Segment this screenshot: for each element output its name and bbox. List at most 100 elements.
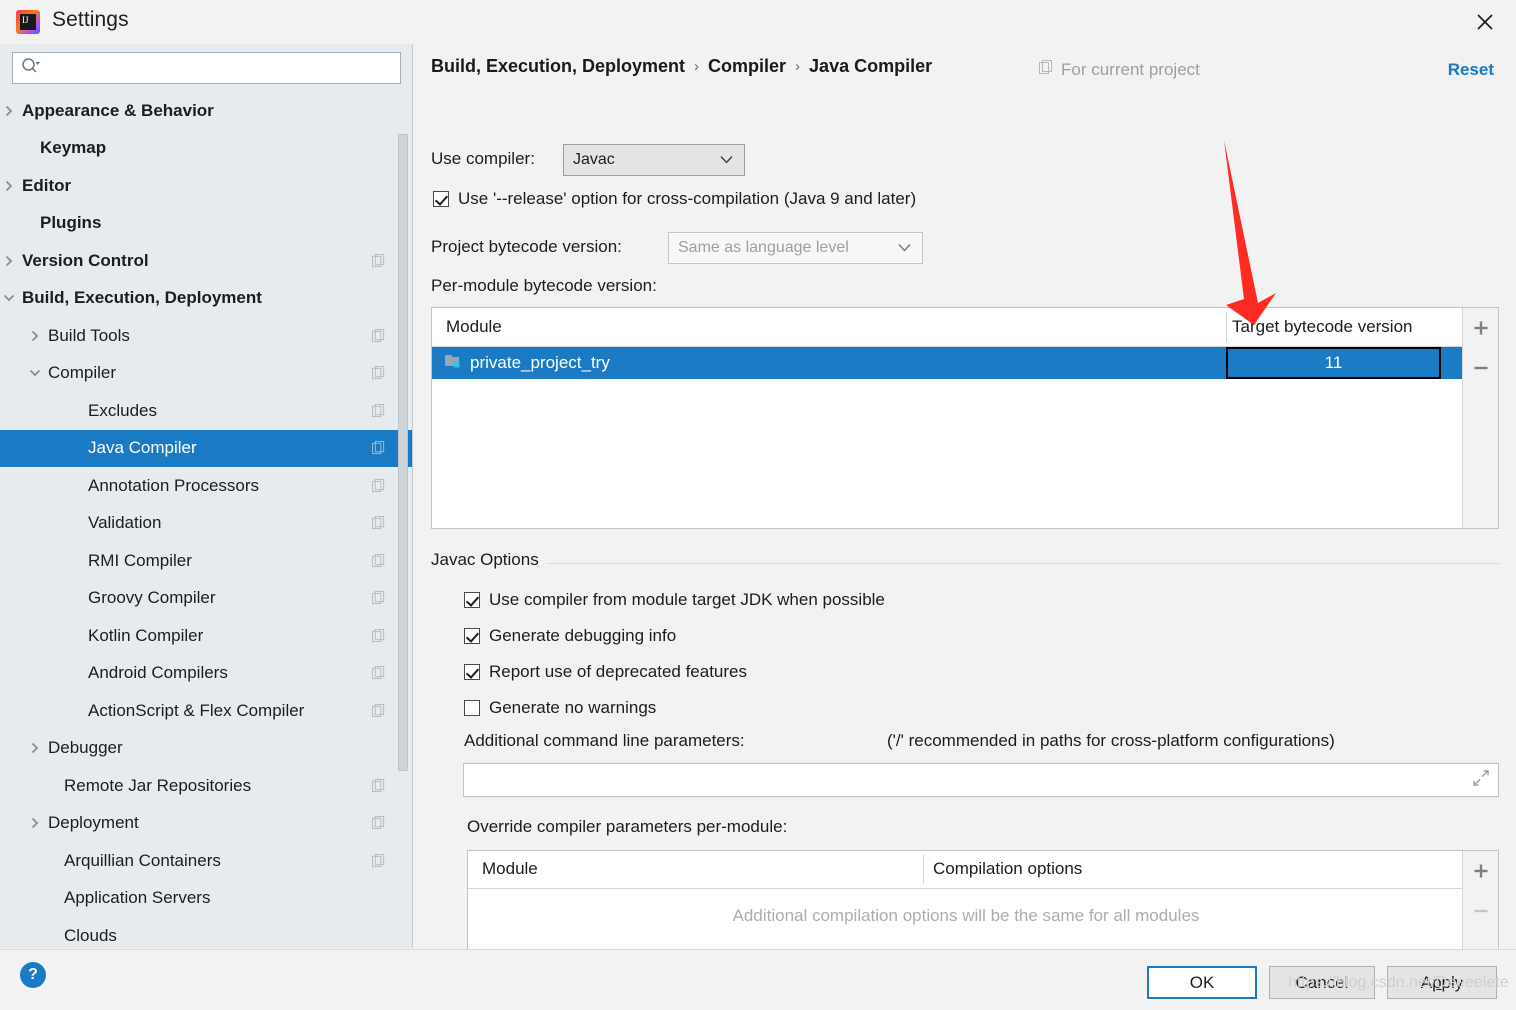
use-compiler-select[interactable]: Javac [563,144,745,176]
sidebar-item-compiler[interactable]: Compiler [0,355,412,393]
javac-option-checkbox[interactable] [464,628,480,644]
sidebar-item-kotlin-compiler[interactable]: Kotlin Compiler [0,617,412,655]
sidebar-item-label: Version Control [22,251,149,271]
additional-params-hint: ('/' recommended in paths for cross-plat… [887,731,1335,751]
sidebar-item-clouds[interactable]: Clouds [0,917,412,948]
sidebar-item-validation[interactable]: Validation [0,505,412,543]
override-table-header: Module Compilation options [468,851,1498,889]
project-bytecode-select[interactable]: Same as language level [668,232,923,264]
apply-label-suffix: ply [1442,973,1464,993]
sidebar-item-arquillian-containers[interactable]: Arquillian Containers [0,842,412,880]
sidebar-item-excludes[interactable]: Excludes [0,392,412,430]
sidebar-item-groovy-compiler[interactable]: Groovy Compiler [0,580,412,618]
javac-option-row[interactable]: Use compiler from module target JDK when… [464,590,885,610]
sidebar-item-keymap[interactable]: Keymap [0,130,412,168]
settings-sidebar: Appearance & Behavior Keymap Editor Plugins… [0,44,413,948]
column-header-module: Module [446,317,502,337]
apply-button[interactable]: Apply [1387,966,1497,999]
module-name: private_project_try [470,353,610,373]
sidebar-item-rmi-compiler[interactable]: RMI Compiler [0,542,412,580]
sidebar-item-label: Application Servers [64,888,210,908]
sidebar-item-label: Editor [22,176,71,196]
per-module-table[interactable]: Module Target bytecode version private_p… [431,307,1499,529]
sidebar-item-android-compilers[interactable]: Android Compilers [0,655,412,693]
plus-icon[interactable] [1463,308,1499,348]
cancel-button[interactable]: Cancel [1269,966,1375,999]
title-bar: IJ Settings [0,0,1516,44]
sidebar-item-label: Deployment [48,813,139,833]
project-bytecode-value: Same as language level [678,239,898,257]
additional-params-input[interactable] [472,770,1472,790]
sidebar-item-label: Java Compiler [88,438,197,458]
javac-option-checkbox[interactable] [464,700,480,716]
chevron-right-icon[interactable] [2,104,16,118]
release-option-row[interactable]: Use '--release' option for cross-compila… [433,189,916,209]
table-row[interactable]: private_project_try 11 [432,347,1498,379]
minus-icon[interactable] [1463,348,1499,388]
sidebar-item-version-control[interactable]: Version Control [0,242,412,280]
chevron-right-icon[interactable] [28,741,42,755]
chevron-right-icon[interactable] [2,179,16,193]
close-icon[interactable] [1454,0,1516,44]
column-header-compilation-options: Compilation options [933,859,1082,879]
copy-icon [372,516,386,530]
target-bytecode-value: 11 [1325,353,1343,373]
per-module-table-toolbar [1462,308,1498,528]
breadcrumb-item-0[interactable]: Build, Execution, Deployment [431,56,685,77]
sidebar-item-remote-jar-repositories[interactable]: Remote Jar Repositories [0,767,412,805]
sidebar-scrollbar[interactable] [398,134,408,771]
sidebar-item-application-servers[interactable]: Application Servers [0,880,412,918]
sidebar-item-label: Kotlin Compiler [88,626,203,646]
sidebar-item-plugins[interactable]: Plugins [0,205,412,243]
minus-icon[interactable] [1463,891,1499,931]
chevron-right-icon[interactable] [28,329,42,343]
sidebar-item-annotation-processors[interactable]: Annotation Processors [0,467,412,505]
javac-option-row[interactable]: Generate no warnings [464,698,656,718]
sidebar-item-deployment[interactable]: Deployment [0,805,412,843]
copy-icon [372,666,386,680]
chevron-down-icon[interactable] [2,291,16,305]
copy-icon [372,704,386,718]
settings-tree[interactable]: Appearance & Behavior Keymap Editor Plugins… [0,92,412,948]
chevron-right-icon[interactable] [28,816,42,830]
help-icon[interactable]: ? [20,962,46,988]
window-title: Settings [52,8,129,32]
javac-option-row[interactable]: Report use of deprecated features [464,662,747,682]
ok-button[interactable]: OK [1147,966,1257,999]
sidebar-item-build-execution-deployment[interactable]: Build, Execution, Deployment [0,280,412,318]
sidebar-item-java-compiler[interactable]: Java Compiler [0,430,412,468]
sidebar-item-label: Keymap [40,138,106,158]
reset-link[interactable]: Reset [1448,60,1494,80]
sidebar-item-label: Debugger [48,738,123,758]
breadcrumb-separator: › [694,58,699,75]
per-module-table-header: Module Target bytecode version [432,308,1498,347]
project-bytecode-label: Project bytecode version: [431,237,622,257]
search-input[interactable] [45,59,379,77]
breadcrumb-separator: › [795,58,800,75]
copy-icon [372,779,386,793]
breadcrumb: Build, Execution, Deployment › Compiler … [431,56,932,77]
sidebar-item-label: Clouds [64,926,117,946]
javac-option-checkbox[interactable] [464,592,480,608]
plus-icon[interactable] [1463,851,1499,891]
additional-params-field[interactable] [463,763,1499,797]
target-bytecode-cell[interactable]: 11 [1226,347,1441,379]
javac-option-row[interactable]: Generate debugging info [464,626,676,646]
search-field[interactable] [12,52,401,84]
sidebar-item-editor[interactable]: Editor [0,167,412,205]
breadcrumb-item-1[interactable]: Compiler [708,56,786,77]
expand-icon[interactable] [1472,769,1490,792]
release-option-checkbox[interactable] [433,191,449,207]
copy-icon [1039,60,1054,80]
column-header-module: Module [482,859,538,879]
sidebar-item-appearance-behavior[interactable]: Appearance & Behavior [0,92,412,130]
javac-option-checkbox[interactable] [464,664,480,680]
chevron-right-icon[interactable] [2,254,16,268]
sidebar-item-debugger[interactable]: Debugger [0,730,412,768]
chevron-down-icon[interactable] [28,366,42,380]
sidebar-item-actionscript-flex-compiler[interactable]: ActionScript & Flex Compiler [0,692,412,730]
intellij-idea-logo-icon: IJ [16,10,40,34]
use-compiler-value: Javac [573,151,720,169]
sidebar-item-label: Arquillian Containers [64,851,221,871]
sidebar-item-build-tools[interactable]: Build Tools [0,317,412,355]
